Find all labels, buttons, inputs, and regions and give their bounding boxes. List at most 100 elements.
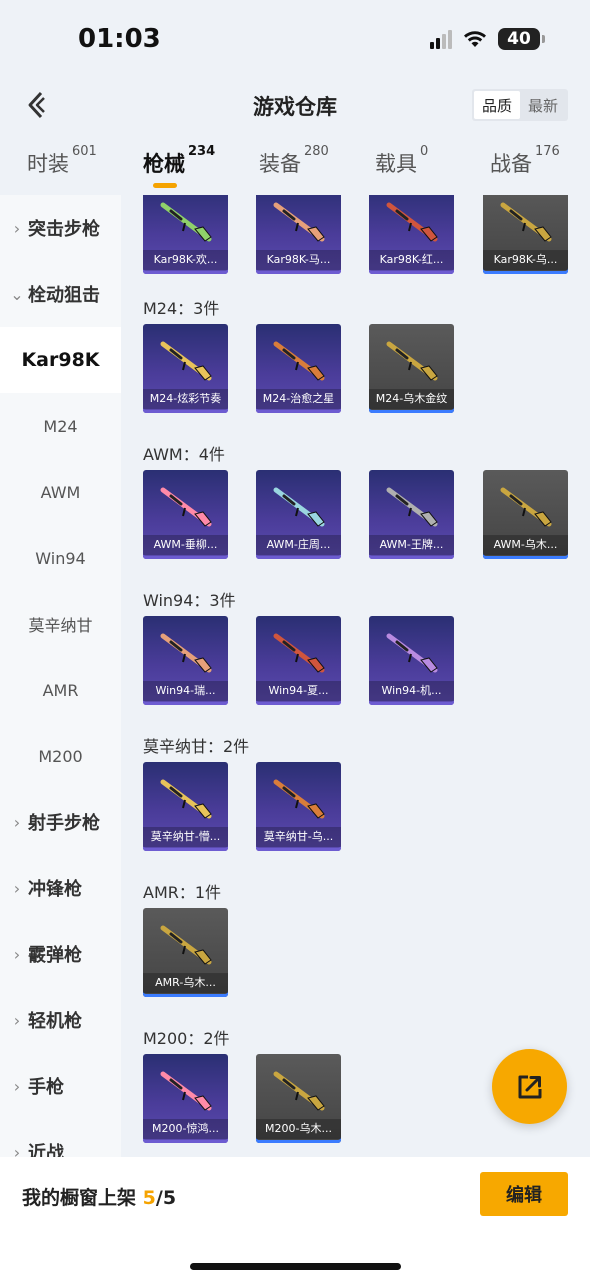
tab-label: 载具 bbox=[375, 152, 417, 176]
weapon-card[interactable]: 莫辛纳甘-乌... bbox=[256, 762, 341, 851]
tab-label: 时装 bbox=[27, 152, 69, 176]
weapon-name: 莫辛纳甘-懵... bbox=[143, 827, 228, 847]
signal-icon bbox=[430, 29, 452, 49]
chevron-right-icon: › bbox=[13, 944, 21, 964]
sort-toggle: 品质 最新 bbox=[471, 89, 568, 121]
home-indicator bbox=[190, 1263, 401, 1270]
sort-quality-button[interactable]: 品质 bbox=[473, 91, 520, 119]
sidebar-item-bolt-sniper[interactable]: ⌄ 栓动狙击 bbox=[0, 261, 121, 327]
rifle-icon bbox=[273, 1071, 325, 1111]
weapon-card[interactable]: AWM-庄周... bbox=[256, 470, 341, 559]
sidebar-item-lmg[interactable]: › 轻机枪 bbox=[0, 987, 121, 1053]
sidebar-subitem-amr[interactable]: AMR bbox=[0, 657, 121, 723]
share-button[interactable] bbox=[492, 1049, 567, 1124]
sidebar-item-label: 冲锋枪 bbox=[28, 879, 82, 900]
tab-count: 234 bbox=[188, 144, 216, 159]
wifi-icon bbox=[464, 31, 486, 47]
active-tab-indicator bbox=[153, 183, 177, 188]
chevron-right-icon: › bbox=[13, 812, 21, 832]
rifle-icon bbox=[500, 487, 552, 527]
weapon-name: Win94-机... bbox=[369, 681, 454, 701]
weapon-card[interactable]: M24-治愈之星 bbox=[256, 324, 341, 413]
status-icons: 40 bbox=[430, 28, 545, 50]
tab-label: 装备 bbox=[259, 152, 301, 176]
showcase-label: 我的橱窗上架 bbox=[22, 1187, 137, 1209]
rifle-icon bbox=[273, 779, 325, 819]
sidebar-subitem-kar98k[interactable]: Kar98K bbox=[0, 327, 121, 393]
section-title: Win94：3件 bbox=[143, 591, 236, 610]
sidebar-subitem-win94[interactable]: Win94 bbox=[0, 525, 121, 591]
chevron-right-icon: › bbox=[13, 1142, 21, 1158]
tab-equipment[interactable]: 装备280 bbox=[259, 144, 329, 178]
rifle-icon bbox=[386, 487, 438, 527]
tab-gear[interactable]: 战备176 bbox=[490, 144, 560, 178]
tab-guns[interactable]: 枪械234 bbox=[143, 144, 215, 178]
weapon-name: M24-治愈之星 bbox=[256, 389, 341, 409]
back-button[interactable] bbox=[22, 89, 50, 121]
weapon-list: Kar98K-欢... Kar98K-马... Kar98K-红... Kar98K-… bbox=[121, 195, 590, 1157]
weapon-card[interactable]: Kar98K-乌... bbox=[483, 195, 568, 274]
weapon-name: Win94-瑞... bbox=[143, 681, 228, 701]
rifle-icon bbox=[386, 202, 438, 242]
status-time: 01:03 bbox=[78, 24, 161, 54]
weapon-card[interactable]: M24-乌木金纹 bbox=[369, 324, 454, 413]
sidebar-item-shotgun[interactable]: › 霰弹枪 bbox=[0, 921, 121, 987]
sidebar-item-melee[interactable]: › 近战 bbox=[0, 1119, 121, 1158]
sort-latest-button[interactable]: 最新 bbox=[520, 91, 566, 119]
weapon-name: AWM-垂柳... bbox=[143, 535, 228, 555]
sidebar-item-label: 轻机枪 bbox=[28, 1011, 82, 1032]
bottom-bar: 我的橱窗上架 5/5 编辑 bbox=[0, 1157, 590, 1280]
section-title: AMR：1件 bbox=[143, 883, 222, 902]
tab-count: 280 bbox=[304, 144, 329, 159]
chevron-left-icon bbox=[28, 91, 45, 119]
rifle-icon bbox=[160, 1071, 212, 1111]
weapon-card[interactable]: Win94-瑞... bbox=[143, 616, 228, 705]
weapon-card[interactable]: Kar98K-欢... bbox=[143, 195, 228, 274]
chevron-right-icon: › bbox=[13, 1076, 21, 1096]
weapon-card[interactable]: M24-炫彩节奏 bbox=[143, 324, 228, 413]
weapon-name: AWM-乌木... bbox=[483, 535, 568, 555]
weapon-card[interactable]: 莫辛纳甘-懵... bbox=[143, 762, 228, 851]
status-bar: 01:03 40 bbox=[0, 0, 590, 75]
weapon-card[interactable]: AMR-乌木... bbox=[143, 908, 228, 997]
weapon-name: Kar98K-马... bbox=[256, 250, 341, 270]
weapon-card[interactable]: M200-乌木... bbox=[256, 1054, 341, 1143]
weapon-card[interactable]: Win94-夏... bbox=[256, 616, 341, 705]
section-title: 莫辛纳甘：2件 bbox=[143, 737, 250, 756]
rifle-icon bbox=[273, 633, 325, 673]
weapon-card[interactable]: AWM-王牌... bbox=[369, 470, 454, 559]
edit-button[interactable]: 编辑 bbox=[480, 1172, 568, 1216]
sidebar-item-smg[interactable]: › 冲锋枪 bbox=[0, 855, 121, 921]
weapon-name: M200-惊鸿... bbox=[143, 1119, 228, 1139]
rifle-icon bbox=[273, 202, 325, 242]
showcase-status: 我的橱窗上架 5/5 bbox=[22, 1183, 176, 1210]
rifle-icon bbox=[160, 925, 212, 965]
tab-count: 176 bbox=[535, 144, 560, 159]
weapon-card[interactable]: Kar98K-马... bbox=[256, 195, 341, 274]
rifle-icon bbox=[273, 341, 325, 381]
rifle-icon bbox=[160, 633, 212, 673]
sidebar-item-label: 突击步枪 bbox=[28, 219, 100, 240]
sidebar-subitem-awm[interactable]: AWM bbox=[0, 459, 121, 525]
sidebar-item-label: 射手步枪 bbox=[28, 813, 100, 834]
tab-fashion[interactable]: 时装601 bbox=[27, 144, 97, 178]
share-icon bbox=[518, 1075, 541, 1098]
chevron-down-icon: ⌄ bbox=[10, 284, 24, 304]
sidebar-item-pistol[interactable]: › 手枪 bbox=[0, 1053, 121, 1119]
weapon-card[interactable]: AWM-乌木... bbox=[483, 470, 568, 559]
sidebar-item-dmr[interactable]: › 射手步枪 bbox=[0, 789, 121, 855]
sidebar-subitem-mosin[interactable]: 莫辛纳甘 bbox=[0, 591, 121, 657]
tab-vehicles[interactable]: 载具0 bbox=[375, 144, 428, 178]
tab-label: 战备 bbox=[490, 152, 532, 176]
sidebar-item-assault-rifle[interactable]: › 突击步枪 bbox=[0, 195, 121, 261]
weapon-card[interactable]: M200-惊鸿... bbox=[143, 1054, 228, 1143]
weapon-card[interactable]: AWM-垂柳... bbox=[143, 470, 228, 559]
sidebar-subitem-m24[interactable]: M24 bbox=[0, 393, 121, 459]
weapon-name: M24-炫彩节奏 bbox=[143, 389, 228, 409]
weapon-name: M200-乌木... bbox=[256, 1119, 341, 1139]
sidebar-subitem-m200[interactable]: M200 bbox=[0, 723, 121, 789]
rifle-icon bbox=[500, 202, 552, 242]
weapon-card[interactable]: Win94-机... bbox=[369, 616, 454, 705]
weapon-card[interactable]: Kar98K-红... bbox=[369, 195, 454, 274]
sidebar-item-label: 近战 bbox=[28, 1143, 64, 1157]
